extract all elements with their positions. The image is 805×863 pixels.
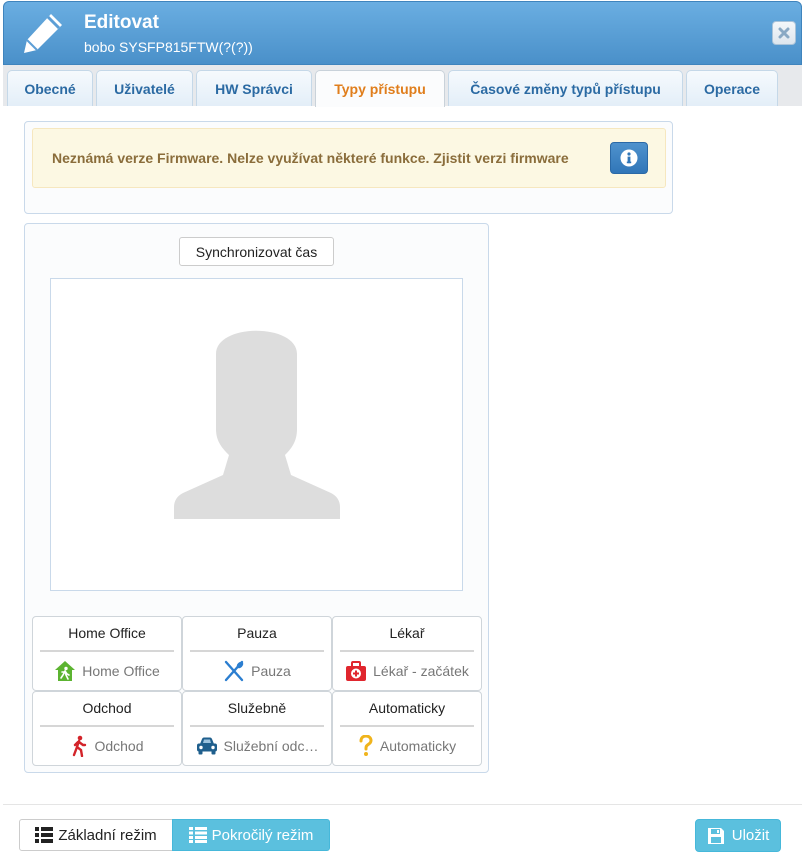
access-type-title: Pauza: [237, 625, 277, 641]
tab-time-changes[interactable]: Časové změny typů přístupu: [448, 70, 683, 106]
access-type-pause[interactable]: Pauza Pauza: [182, 616, 332, 691]
info-icon: [620, 149, 638, 167]
user-photo-placeholder: [50, 278, 463, 591]
user-silhouette-icon: [174, 330, 340, 519]
firmware-warning: Neznámá verze Firmware. Nelze využívat n…: [32, 128, 666, 188]
advanced-mode-button[interactable]: Pokročilý režim: [172, 819, 330, 851]
tab-hw-admins[interactable]: HW Správci: [196, 70, 312, 106]
access-type-automatic[interactable]: Automaticky Automaticky: [332, 691, 482, 766]
list-icon: [188, 827, 207, 843]
close-button[interactable]: [772, 21, 796, 45]
tab-access-types[interactable]: Typy přístupu: [315, 70, 445, 107]
cutlery-icon: [224, 660, 244, 682]
access-type-home-office[interactable]: Home Office Home Office: [32, 616, 182, 691]
access-type-business[interactable]: Služebně Služební odc…: [182, 691, 332, 766]
access-type-value: Lékař - začátek: [373, 663, 469, 679]
tab-operations[interactable]: Operace: [686, 70, 778, 106]
access-type-title: Služebně: [227, 700, 287, 716]
access-type-title: Odchod: [82, 700, 132, 716]
basic-mode-label: Základní režim: [58, 826, 157, 844]
save-button[interactable]: Uložit: [695, 819, 781, 852]
advanced-mode-label: Pokročilý režim: [211, 826, 314, 844]
dialog-subtitle: bobo SYSFP815FTW(?(?)): [84, 39, 253, 55]
footer-divider: [3, 804, 802, 805]
close-icon: [778, 27, 790, 39]
home-run-icon: [55, 661, 76, 681]
floppy-disk-icon: [707, 827, 724, 844]
list-icon: [35, 827, 54, 843]
car-icon: [196, 737, 217, 755]
access-type-value: Služební odc…: [223, 738, 319, 754]
access-type-title: Home Office: [68, 625, 146, 641]
question-mark-icon: [359, 735, 373, 756]
tab-general[interactable]: Obecné: [7, 70, 93, 106]
sync-time-button[interactable]: Synchronizovat čas: [179, 237, 334, 266]
access-type-leave[interactable]: Odchod Odchod: [32, 691, 182, 766]
dialog-title: Editovat: [84, 12, 159, 33]
access-type-value: Odchod: [94, 738, 144, 754]
walking-person-icon: [73, 735, 87, 757]
basic-mode-button[interactable]: Základní režim: [19, 819, 173, 851]
access-type-value: Pauza: [251, 663, 291, 679]
access-type-title: Automaticky: [368, 700, 446, 716]
access-type-doctor[interactable]: Lékař Lékař - začátek: [332, 616, 482, 691]
save-label: Uložit: [731, 827, 770, 844]
first-aid-kit-icon: [346, 661, 367, 681]
tab-users[interactable]: Uživatelé: [96, 70, 193, 106]
pencil-icon: [24, 14, 62, 53]
dialog-titlebar: Editovat bobo SYSFP815FTW(?(?)): [3, 1, 802, 65]
warning-message: Neznámá verze Firmware. Nelze využívat n…: [52, 150, 569, 166]
access-type-value: Home Office: [82, 663, 160, 679]
access-type-value: Automaticky: [379, 738, 457, 754]
access-type-title: Lékař: [389, 625, 425, 641]
tab-bar: Obecné Uživatelé HW Správci Typy přístup…: [3, 65, 802, 107]
firmware-info-button[interactable]: [610, 142, 648, 174]
